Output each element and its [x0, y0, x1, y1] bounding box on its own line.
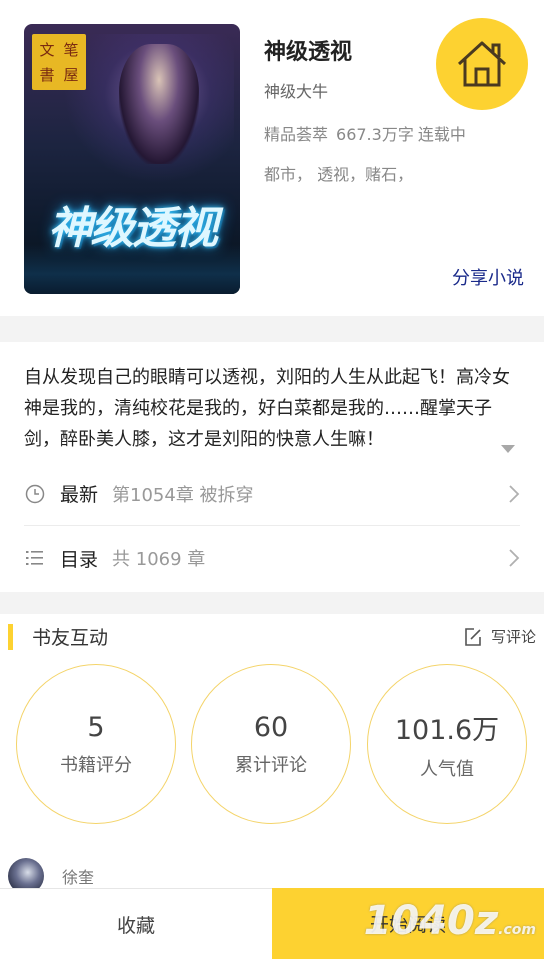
stat-popularity[interactable]: 101.6万 人气值	[367, 664, 527, 824]
book-author[interactable]: 神级大牛	[264, 78, 328, 102]
bottom-action-bar: 收藏 开始阅读	[0, 888, 544, 959]
book-tags: 都市， 透视，赌石，	[264, 165, 414, 184]
book-category: 精品荟萃	[264, 125, 329, 144]
start-reading-button[interactable]: 开始阅读	[272, 888, 544, 959]
cover-figure	[119, 44, 199, 164]
expand-down-icon[interactable]	[500, 444, 516, 454]
seal-char: 笔	[63, 40, 79, 59]
book-word-count: 667.3万字	[336, 125, 414, 144]
home-button[interactable]	[436, 18, 528, 110]
book-cover[interactable]: 文 笔 書 屋 神级透视	[24, 24, 240, 294]
book-detail-page: 文 笔 書 屋 神级透视 神级透视 神级大牛 精品荟萃 667.3万字 连载中 都市…	[0, 0, 544, 959]
commenter-name: 徐奎	[62, 868, 95, 887]
share-novel-link[interactable]: 分享小说	[452, 264, 524, 290]
stat-comments[interactable]: 60 累计评论	[191, 664, 351, 824]
section-title: 书友互动	[32, 627, 109, 649]
list-icon	[24, 547, 46, 569]
section-accent-bar	[8, 624, 13, 650]
seal-char: 屋	[63, 65, 79, 84]
stat-label: 累计评论	[235, 754, 307, 776]
latest-chapter-row[interactable]: 最新 第1054章 被拆穿	[24, 462, 520, 526]
latest-chapter-title: 第1054章 被拆穿	[112, 484, 254, 506]
book-header: 文 笔 書 屋 神级透视 神级透视 神级大牛 精品荟萃 667.3万字 连载中 都市…	[0, 0, 544, 316]
catalog-row[interactable]: 目录 共 1069 章	[24, 526, 520, 590]
chevron-right-icon	[509, 484, 520, 503]
stat-value: 101.6万	[394, 714, 500, 746]
latest-label: 最新	[60, 484, 99, 506]
stat-rating[interactable]: 5 书籍评分	[16, 664, 176, 824]
section-divider	[0, 592, 544, 614]
publisher-seal: 文 笔 書 屋	[32, 34, 86, 90]
catalog-count: 共 1069 章	[112, 549, 206, 570]
cover-title: 神级透视	[48, 203, 218, 254]
seal-char: 文	[39, 40, 55, 59]
edit-icon	[465, 627, 481, 646]
write-review-label: 写评论	[490, 628, 536, 646]
home-icon	[457, 41, 507, 87]
add-to-shelf-button[interactable]: 收藏	[0, 888, 272, 959]
seal-char: 書	[39, 65, 55, 84]
catalog-label: 目录	[60, 548, 99, 571]
book-status: 连载中	[417, 125, 466, 144]
write-review-button[interactable]: 写评论	[463, 626, 536, 647]
stat-label: 人气值	[420, 758, 474, 780]
reader-interaction-header: 书友互动 写评论	[0, 614, 544, 660]
chevron-right-icon	[509, 549, 520, 567]
book-meta: 精品荟萃 667.3万字 连载中	[264, 121, 474, 145]
book-title: 神级透视	[264, 40, 353, 65]
stat-value: 5	[87, 711, 105, 743]
book-synopsis[interactable]: 自从发现自己的眼睛可以透视，刘阳的人生从此起飞！高冷女神是我的，清纯校花是我的，…	[24, 362, 524, 455]
section-divider	[0, 316, 544, 342]
clock-icon	[24, 483, 46, 505]
stat-value: 60	[253, 711, 289, 743]
stat-label: 书籍评分	[60, 754, 132, 776]
